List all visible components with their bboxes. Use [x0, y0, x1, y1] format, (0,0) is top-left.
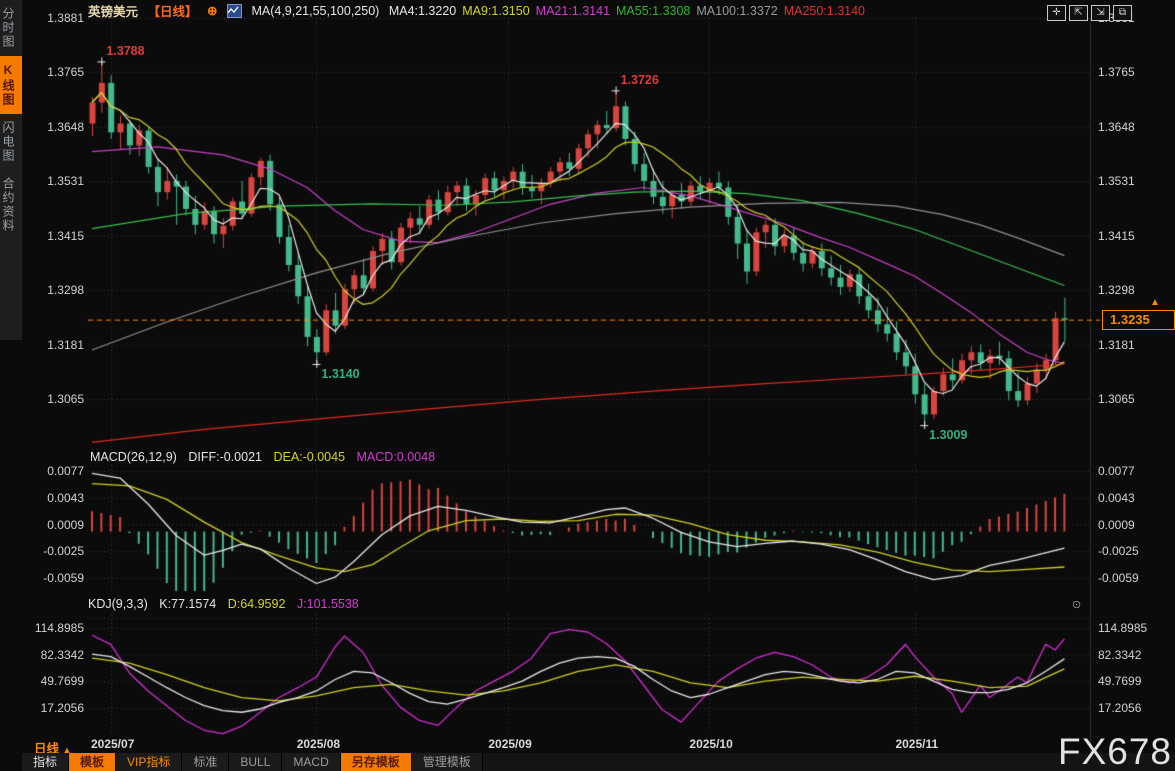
kdj-axis-label: 17.2056: [40, 701, 84, 715]
kdj-header[interactable]: KDJ(9,3,3) K:77.1574 D:64.9592 J:101.553…: [88, 597, 367, 611]
month-label: 2025/08: [296, 737, 341, 751]
bottom-tab[interactable]: 模板: [69, 753, 117, 771]
price-axis-label: 1.3298: [1098, 283, 1135, 298]
kdj-axis-label: 49.7699: [1098, 674, 1142, 689]
bottom-tab[interactable]: VIP指标: [116, 753, 183, 771]
ma-value: MA4:1.3220: [388, 3, 457, 18]
price-axis-label: 1.3065: [47, 392, 84, 406]
crosshair-icon[interactable]: ✛: [1047, 5, 1066, 21]
macd-axis-label: 0.0009: [47, 517, 84, 532]
bottom-tab[interactable]: 管理模板: [411, 753, 483, 771]
ma-value: MA9:1.3150: [462, 3, 530, 18]
kdj-settings-icon[interactable]: ⊙: [1072, 598, 1081, 611]
sidebar-tab-active[interactable]: K线图: [0, 56, 22, 114]
chart-header: 英镑美元 【日线】 ⊕ MA(4,9,21,55,100,250) MA4:1.…: [88, 1, 877, 19]
expand-icon[interactable]: ⧉: [1113, 5, 1132, 21]
kdj-axis-label: 82.3342: [40, 647, 84, 662]
kdj-k-value: K:77.1574: [159, 597, 217, 611]
month-label: 2025/11: [895, 737, 939, 751]
price-annotation: 1.3726: [620, 73, 659, 88]
month-label: 2025/09: [488, 737, 532, 751]
month-label: 2025/07: [90, 737, 135, 751]
kdj-axis-label: 114.8985: [1098, 621, 1148, 635]
sidebar: 分时图 K线图 闪电图 合约资料: [0, 0, 22, 340]
price-axis-label: 1.3415: [1098, 228, 1135, 243]
compare-plus-icon[interactable]: ⊕: [207, 4, 217, 18]
macd-axis-label: -0.0025: [43, 544, 84, 559]
macd-axis-label: 0.0077: [47, 464, 84, 478]
macd-axis-label: -0.0025: [1098, 544, 1139, 559]
macd-title: MACD(26,12,9): [90, 450, 177, 464]
bottom-toolbar: 指标 模板 VIP指标 标准 BULL MACD 另存模板 管理模板: [22, 753, 1175, 771]
ma-value: MA21:1.3141: [535, 3, 611, 18]
macd-hist-value: MACD:0.0048: [356, 450, 436, 464]
indicator-icon: [226, 3, 242, 18]
month-label: 2025/10: [689, 737, 733, 751]
ma-values: MA4:1.3220 MA9:1.3150 MA21:1.3141 MA55:1.33…: [388, 3, 871, 18]
symbol-name: 英镑美元: [88, 5, 139, 19]
bottom-tab[interactable]: 指标: [22, 753, 70, 771]
bottom-tab[interactable]: BULL: [229, 753, 283, 771]
price-axis-label: 1.3531: [1098, 174, 1135, 189]
macd-axis-label: 0.0077: [1098, 464, 1135, 478]
kdj-d-value: D:64.9592: [227, 597, 286, 611]
macd-axis-label: -0.0059: [1098, 571, 1139, 585]
price-axis-label: 1.3881: [47, 11, 84, 25]
watermark: FX678: [1058, 731, 1173, 771]
sidebar-tab-item[interactable]: 闪电图: [0, 114, 22, 170]
kdj-j-value: J:101.5538: [296, 597, 359, 611]
price-axis-label: 1.3298: [47, 283, 84, 298]
sidebar-tab-item[interactable]: 分时图: [0, 0, 22, 56]
price-axis-label: 1.3765: [1098, 65, 1135, 80]
scale-left-icon[interactable]: ⇱: [1069, 5, 1088, 21]
price-annotation: 1.3788: [106, 44, 145, 59]
price-axis-label: 1.3765: [47, 65, 84, 80]
kdj-title: KDJ(9,3,3): [88, 597, 148, 611]
price-axis-label: 1.3531: [47, 174, 84, 189]
sidebar-tab-item[interactable]: 合约资料: [0, 170, 22, 240]
macd-diff-value: DIFF:-0.0021: [188, 450, 262, 464]
price-axis-label: 1.3181: [1098, 337, 1135, 352]
kdj-axis-label: 114.8985: [34, 621, 84, 635]
ma-value: MA55:1.3308: [616, 3, 691, 18]
last-price-tag: 1.3235: [1102, 310, 1175, 330]
price-axis-label: 1.3415: [47, 228, 84, 243]
ma-settings-label[interactable]: MA(4,9,21,55,100,250): [251, 4, 379, 18]
kdj-axis-label: 49.7699: [40, 674, 84, 689]
kdj-axis-label: 82.3342: [1098, 647, 1142, 662]
macd-axis-label: 0.0043: [47, 490, 84, 505]
bottom-tab[interactable]: 标准: [182, 753, 230, 771]
scale-right-icon[interactable]: ⇲: [1091, 5, 1110, 21]
macd-dea-value: DEA:-0.0045: [273, 450, 346, 464]
bottom-tab[interactable]: MACD: [282, 753, 341, 771]
kdj-axis-label: 17.2056: [1098, 701, 1142, 715]
price-axis-label: 1.3648: [47, 119, 84, 134]
price-annotation: 1.3009: [929, 428, 968, 443]
price-axis-label: 1.3181: [47, 337, 84, 352]
bottom-tab[interactable]: 另存模板: [340, 753, 412, 771]
price-annotation: 1.3140: [321, 366, 360, 381]
macd-axis-label: 0.0009: [1098, 517, 1135, 532]
chart-canvas[interactable]: [0, 0, 1175, 771]
macd-header[interactable]: MACD(26,12,9) DIFF:-0.0021 DEA:-0.0045 M…: [90, 450, 443, 464]
ma-value: MA100:1.3372: [696, 3, 778, 18]
price-axis-label: 1.3065: [1098, 392, 1135, 406]
price-up-arrow-icon: ▲: [1150, 297, 1160, 308]
ma-value: MA250:1.3140: [783, 3, 865, 18]
chart-toolbar: ✛ ⇱ ⇲ ⧉: [1044, 2, 1132, 21]
macd-axis-label: -0.0059: [43, 571, 84, 585]
app-root: 分时图 K线图 闪电图 合约资料 英镑美元 【日线】 ⊕ MA(4,9,21,55,1…: [0, 0, 1175, 771]
macd-axis-label: 0.0043: [1098, 490, 1135, 505]
price-axis-label: 1.3648: [1098, 119, 1135, 134]
period-tag[interactable]: 【日线】: [148, 5, 198, 19]
